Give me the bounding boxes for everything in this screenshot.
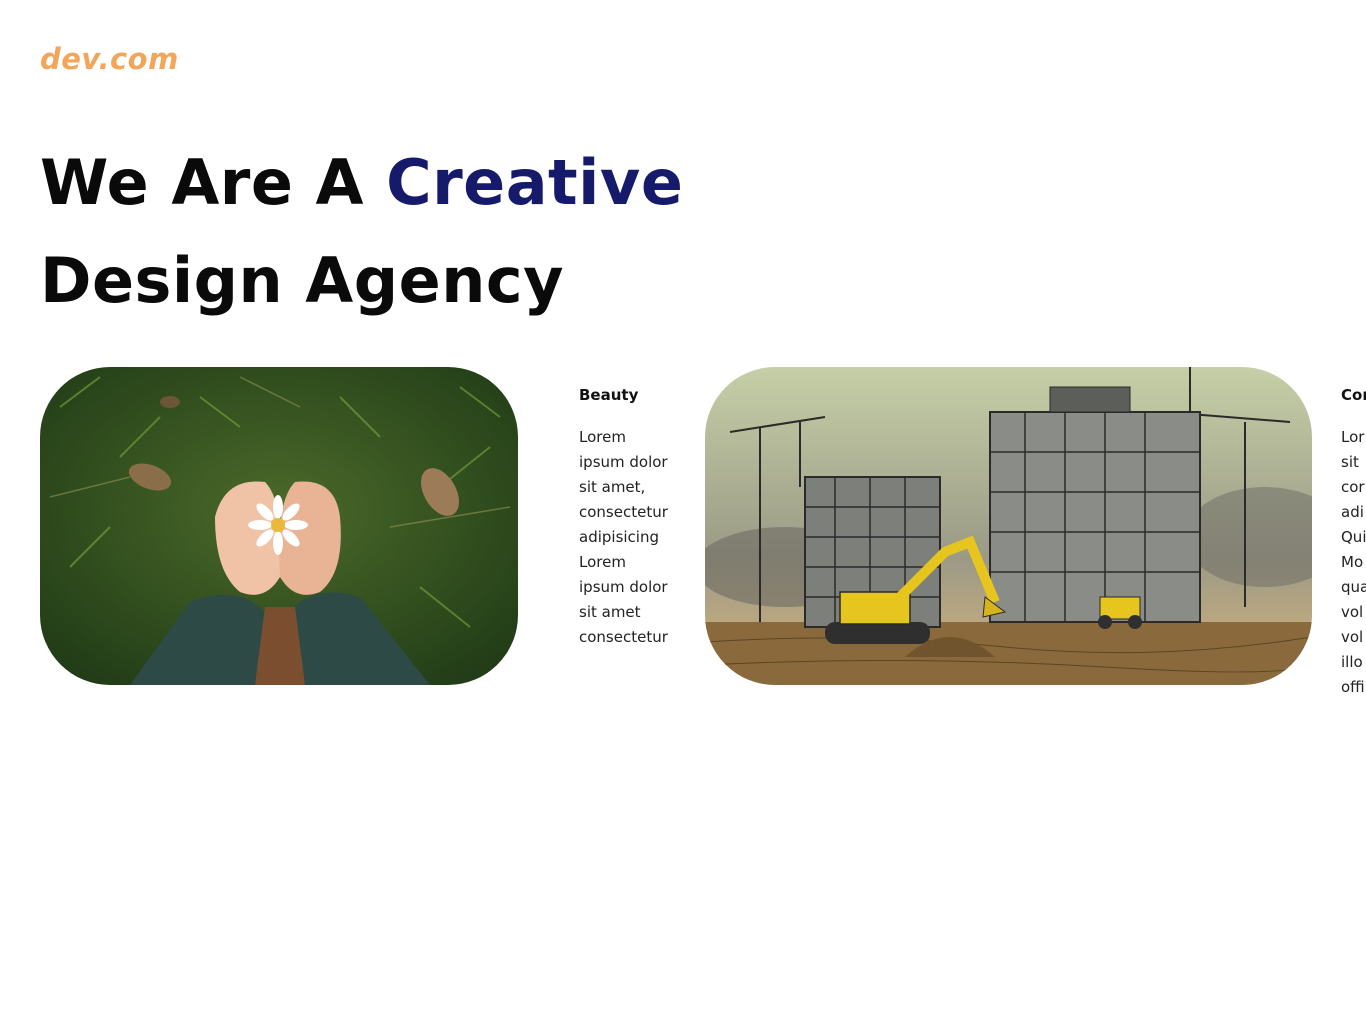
card-body-beauty: Lorem ipsum dolor sit amet, consectetur … bbox=[579, 428, 668, 646]
card-text-construction: Cor Lor sit cor adi Qui Mo qua vol vol i… bbox=[1341, 383, 1366, 700]
site-logo[interactable]: dev.com bbox=[40, 42, 179, 76]
card-image-beauty[interactable] bbox=[40, 367, 518, 685]
headline-line-2: Design Agency bbox=[40, 244, 564, 317]
hero-headline: We Are A Creative Design Agency bbox=[40, 134, 683, 330]
card-title-beauty[interactable]: Beauty bbox=[579, 383, 689, 407]
headline-part-1: We Are A bbox=[40, 146, 387, 219]
headline-accent-word: Creative bbox=[386, 146, 684, 219]
daisy-photo bbox=[40, 367, 518, 685]
construction-illustration bbox=[705, 367, 1312, 685]
card-text-beauty: Beauty Lorem ipsum dolor sit amet, conse… bbox=[579, 383, 689, 650]
card-image-construction[interactable] bbox=[705, 367, 1312, 685]
card-body-construction: Lor sit cor adi Qui Mo qua vol vol illo … bbox=[1341, 428, 1366, 696]
page: dev.com We Are A Creative Design Agency bbox=[0, 0, 1366, 1012]
card-title-construction[interactable]: Cor bbox=[1341, 383, 1366, 407]
